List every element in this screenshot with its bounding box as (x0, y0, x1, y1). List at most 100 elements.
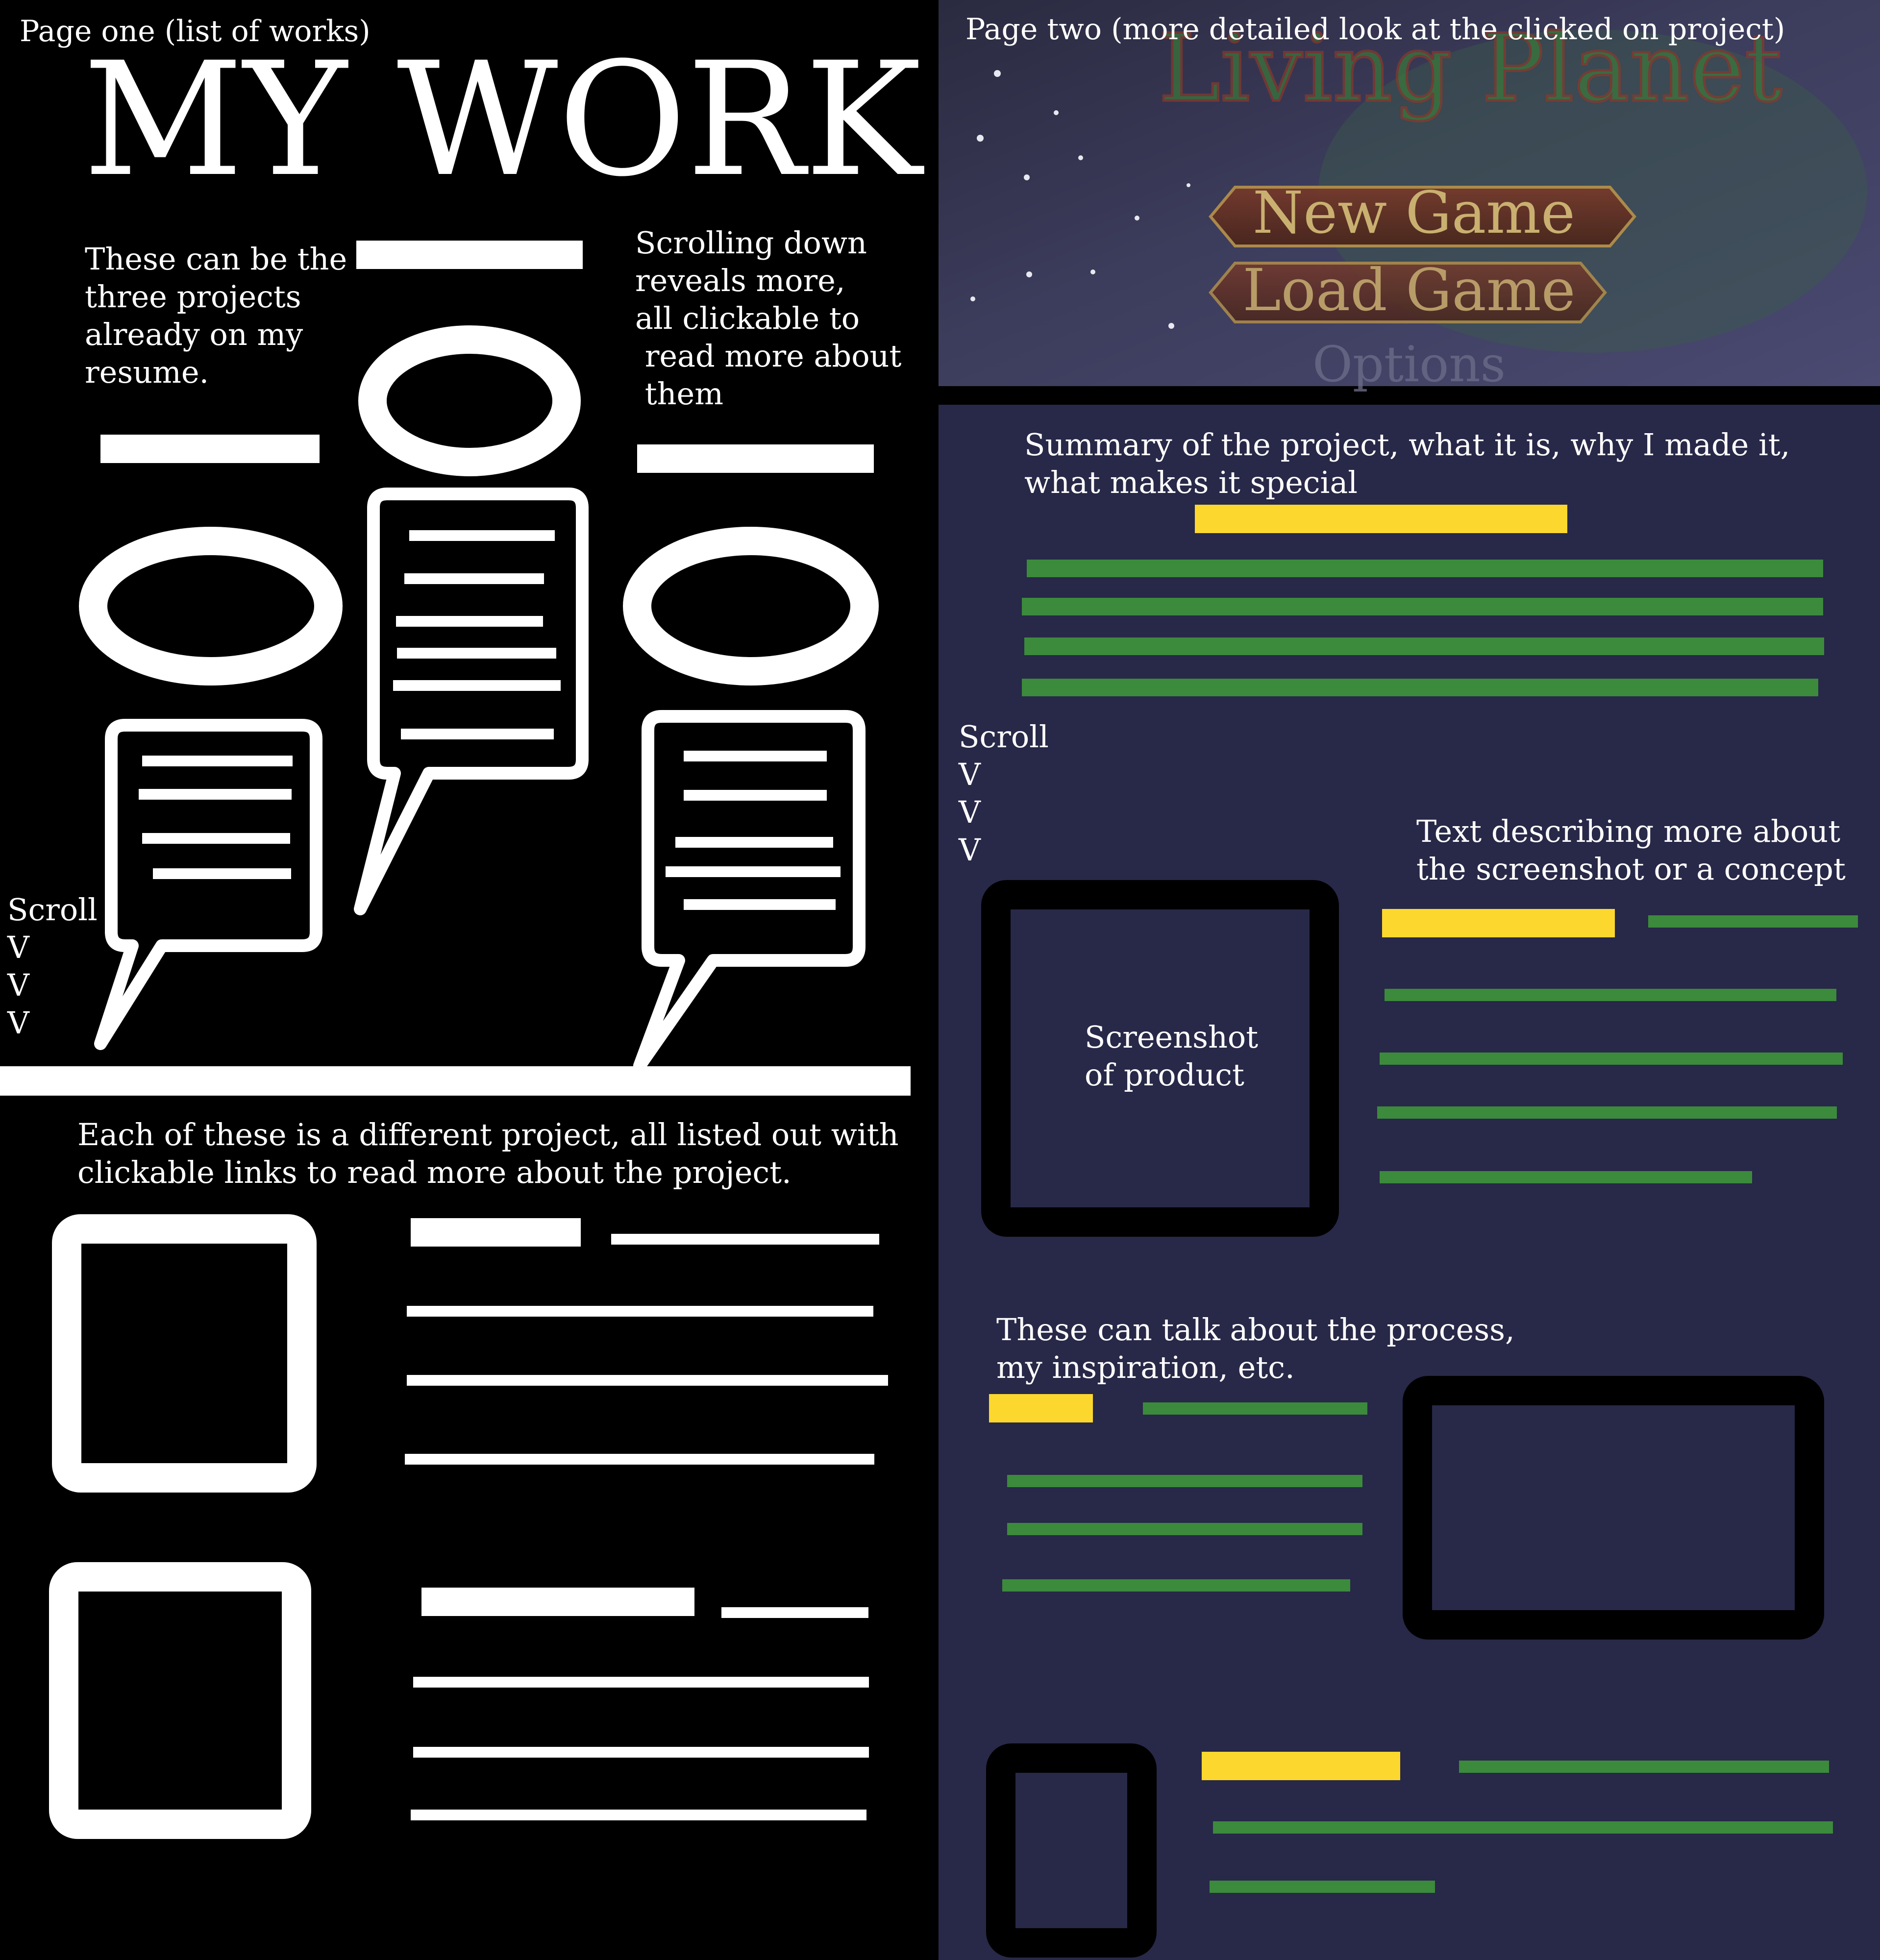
menu-new-game[interactable]: New Game (1209, 179, 1636, 247)
text-line (684, 751, 827, 761)
section-divider (0, 1066, 911, 1096)
section-text-line (1648, 915, 1858, 928)
text-line (411, 1810, 866, 1820)
star (1078, 155, 1083, 160)
star (994, 70, 1001, 77)
menu-label: Load Game (1242, 256, 1575, 324)
star (1090, 270, 1095, 274)
section-text-line (1380, 1171, 1752, 1183)
text-line (409, 530, 555, 541)
menu-label: New Game (1253, 179, 1575, 246)
note-line: Summary of the project, what it is, why … (1024, 427, 1790, 463)
section-text-line (1002, 1579, 1350, 1592)
section-text-line (1210, 1881, 1435, 1893)
star (1168, 323, 1174, 329)
section-text-line (1377, 1106, 1837, 1119)
text-line (611, 1234, 879, 1245)
section-text-line (1007, 1523, 1362, 1535)
text-line (153, 868, 291, 879)
text-line (721, 1607, 868, 1618)
project-title-bar (637, 444, 874, 473)
text-line (684, 790, 827, 801)
section-text-line (1007, 1475, 1362, 1487)
note-line: These can be the (85, 241, 347, 277)
note-line: clickable links to read more about the p… (77, 1154, 792, 1190)
scroll-arrow: V (958, 757, 981, 792)
summary-text-line (1027, 560, 1823, 577)
scroll-arrow: V (958, 794, 981, 830)
page-title: MY WORK (83, 29, 925, 211)
page-two-caption: Page two (more detailed look at the clic… (965, 12, 1785, 47)
text-line (407, 1306, 873, 1317)
menu-options[interactable]: Options (1312, 336, 1506, 393)
note-line: three projects (85, 279, 301, 315)
text-line (407, 1375, 888, 1386)
summary-text-line (1022, 679, 1818, 696)
text-line (397, 648, 556, 659)
concept-image-frame[interactable] (986, 1743, 1157, 1958)
summary-text-line (1024, 637, 1824, 655)
text-line (413, 1677, 869, 1688)
star (1026, 271, 1032, 277)
section-text-line (1459, 1761, 1829, 1773)
mockup-canvas: Page one (list of works) MY WORK These c… (0, 0, 1880, 1960)
summary-heading-bar (1195, 505, 1567, 533)
text-line (684, 899, 836, 910)
text-line (142, 756, 293, 766)
text-line (401, 729, 554, 739)
text-line (142, 833, 290, 844)
note-line: Text describing more about (1416, 813, 1840, 849)
star (1187, 183, 1190, 187)
text-line (393, 680, 561, 691)
text-line (666, 866, 841, 877)
project-title-bar (421, 1588, 694, 1616)
star (970, 296, 975, 301)
section-text-line (1380, 1053, 1843, 1065)
project-title-bar (356, 241, 583, 269)
page-two: Living Planet New Game Load Game Options… (936, 0, 1880, 1960)
page-one: Page one (list of works) MY WORK These c… (0, 0, 936, 1960)
section-heading-bar (1202, 1752, 1400, 1780)
note-line: the screenshot or a concept (1416, 851, 1846, 887)
star (1135, 216, 1139, 220)
star (1054, 110, 1059, 115)
note-line: Scrolling down (635, 225, 867, 261)
note-line: reveals more, (635, 263, 845, 298)
scroll-arrow: V (7, 1005, 30, 1041)
note-line: all clickable to (635, 300, 860, 336)
menu-load-game[interactable]: Load Game (1209, 256, 1607, 324)
scroll-label: Scroll (959, 719, 1049, 755)
note-line: These can talk about the process, (996, 1312, 1515, 1348)
note-line: read more about (635, 338, 901, 374)
scroll-arrow: V (7, 967, 30, 1003)
project-title-bar (100, 435, 320, 463)
menu-label: Options (1312, 336, 1506, 393)
section-text-line (1143, 1402, 1367, 1415)
screenshot-label: of product (1085, 1057, 1244, 1093)
text-line (396, 616, 543, 627)
process-image-frame[interactable] (1403, 1376, 1824, 1640)
text-line (139, 789, 292, 800)
section-heading-bar (989, 1394, 1093, 1422)
text-line (405, 1454, 874, 1465)
star (1024, 174, 1030, 180)
section-text-line (1213, 1821, 1833, 1834)
star (977, 135, 984, 142)
note-line: my inspiration, etc. (996, 1349, 1295, 1385)
scroll-label: Scroll (7, 892, 98, 928)
section-heading-bar (1382, 909, 1615, 937)
note-line: Each of these is a different project, al… (77, 1117, 899, 1152)
section-text-line (1385, 989, 1836, 1001)
scroll-arrow: V (7, 930, 30, 965)
note-line: already on my (85, 317, 303, 352)
text-line (675, 837, 833, 848)
text-line (404, 573, 544, 584)
summary-text-line (1022, 598, 1823, 615)
note-line: resume. (85, 354, 209, 390)
screenshot-label: Screenshot (1085, 1019, 1258, 1055)
scroll-arrow: V (958, 832, 981, 868)
hero-banner: Living Planet New Game Load Game Options… (939, 0, 1880, 393)
note-line: what makes it special (1024, 465, 1358, 500)
project-title-bar (411, 1218, 581, 1247)
text-line (413, 1747, 869, 1758)
